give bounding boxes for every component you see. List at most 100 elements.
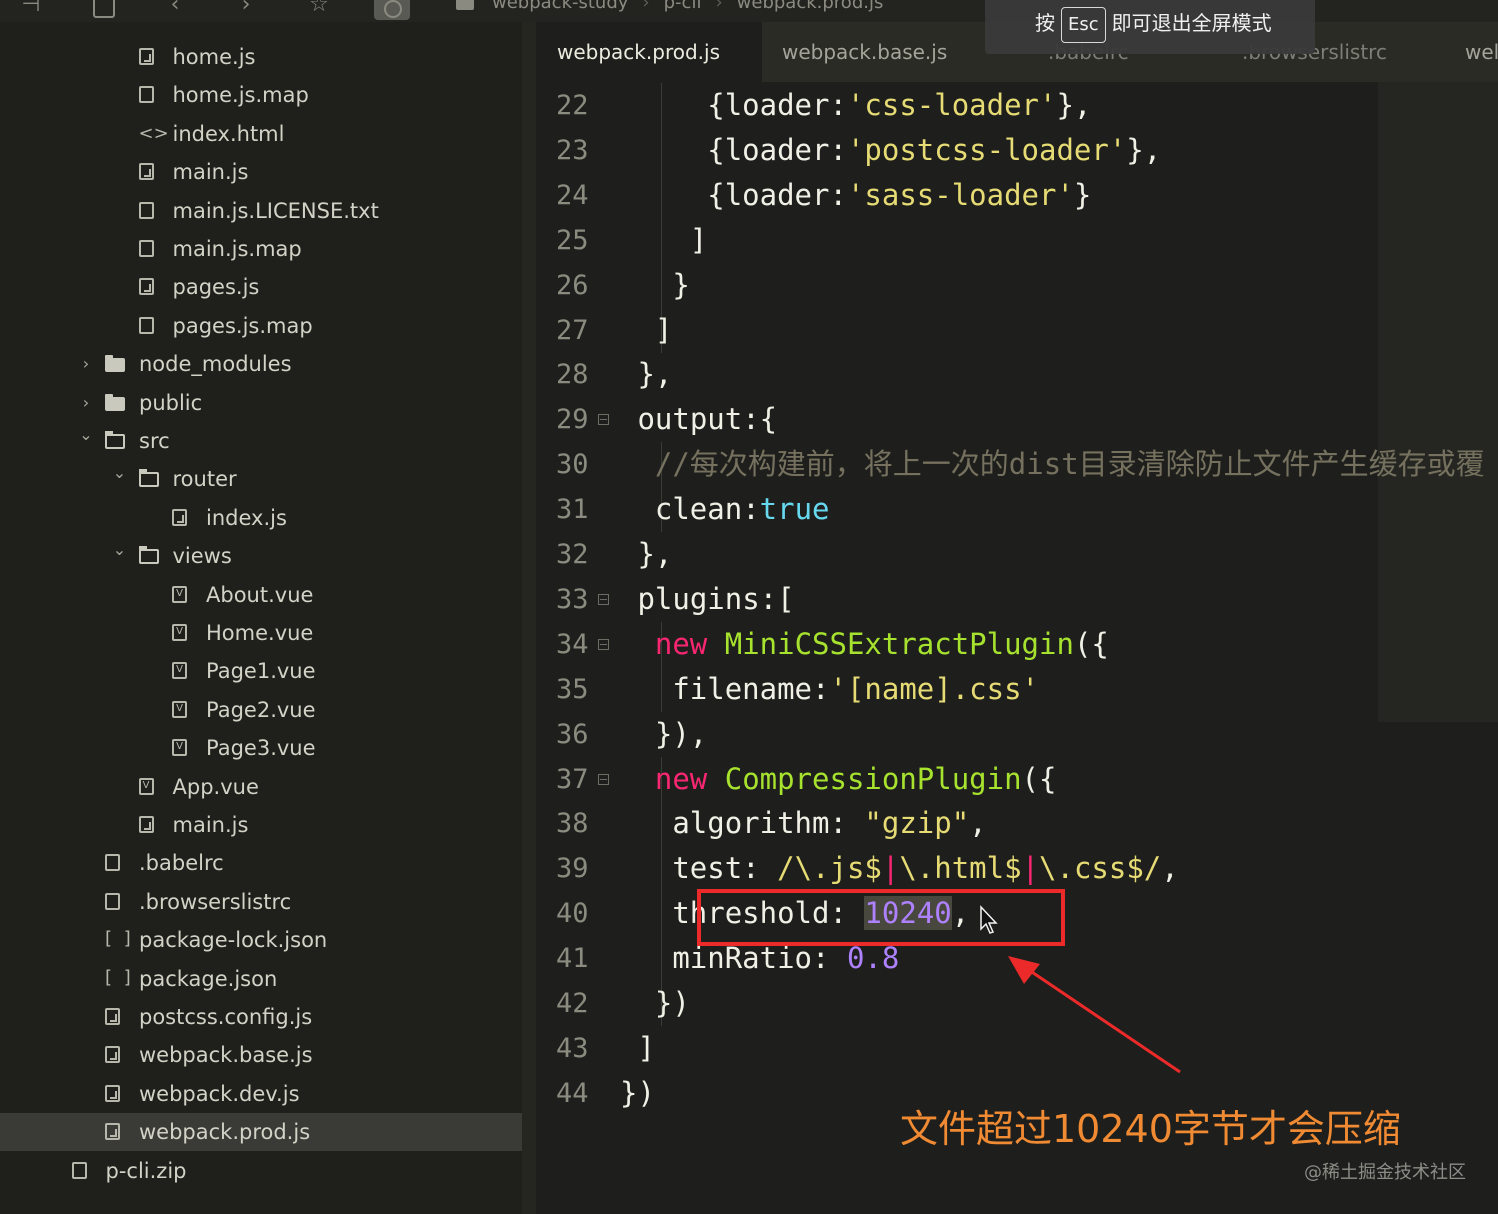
tree-item[interactable]: V Home.vue bbox=[0, 614, 522, 652]
new-file-icon[interactable]: ⊣ bbox=[18, 0, 44, 18]
run-preview-icon[interactable] bbox=[374, 0, 410, 20]
code-line[interactable]: 33 plugins:[ bbox=[536, 577, 1498, 622]
tree-item[interactable]: pages.js.map bbox=[0, 307, 522, 345]
indent-guide bbox=[660, 801, 662, 847]
tree-item[interactable]: home.js bbox=[0, 38, 522, 76]
code-text: new CompressionPlugin({ bbox=[655, 757, 1057, 802]
html-file-icon: <> bbox=[138, 122, 169, 144]
tree-item[interactable]: postcss.config.js bbox=[0, 998, 522, 1036]
code-token: 'sass-loader' bbox=[846, 177, 1074, 212]
code-line[interactable]: 25] bbox=[536, 217, 1498, 263]
breadcrumb-folder[interactable]: p-cli bbox=[664, 0, 702, 13]
tree-item-label: Page2.vue bbox=[206, 697, 316, 722]
tree-item[interactable]: ⌄ router bbox=[0, 460, 522, 498]
code-token: {loader: bbox=[707, 177, 847, 212]
code-line[interactable]: 38 algorithm: "gzip", bbox=[536, 801, 1498, 847]
tree-item[interactable]: index.js bbox=[0, 499, 522, 537]
sidebar-scrollbar[interactable] bbox=[522, 22, 536, 1214]
tree-item[interactable]: p-cli.zip bbox=[0, 1152, 522, 1190]
code-line[interactable]: 31 clean:true bbox=[536, 487, 1498, 533]
code-line[interactable]: 37 new CompressionPlugin({ bbox=[536, 756, 1498, 802]
vue-file-icon: V bbox=[172, 700, 187, 718]
tree-item[interactable]: webpack.prod.js bbox=[0, 1113, 522, 1152]
code-text: {loader:'sass-loader'} bbox=[707, 173, 1091, 218]
tree-item-label: index.js bbox=[206, 505, 287, 530]
tab-webpack-prod[interactable]: webpack.prod.js bbox=[536, 22, 762, 82]
tree-item[interactable]: main.js.LICENSE.txt bbox=[0, 192, 522, 230]
star-icon[interactable]: ☆ bbox=[306, 0, 332, 18]
esc-key-badge: Esc bbox=[1061, 7, 1106, 43]
line-number: 38 bbox=[556, 808, 589, 840]
back-arrow-icon[interactable]: ‹ bbox=[162, 0, 188, 18]
code-line[interactable]: 36}), bbox=[536, 712, 1498, 757]
code-line[interactable]: 39 test: /\.js$|\.html$|\.css$/, bbox=[536, 846, 1498, 892]
tree-item[interactable]: ⌄ views bbox=[0, 537, 522, 575]
code-line[interactable]: 28}, bbox=[536, 352, 1498, 397]
fold-toggle-icon[interactable] bbox=[598, 773, 609, 785]
tree-item[interactable]: home.js.map bbox=[0, 76, 522, 114]
code-line[interactable]: 34 new MiniCSSExtractPlugin({ bbox=[536, 621, 1498, 667]
tree-item[interactable]: [ ] package-lock.json bbox=[0, 921, 522, 959]
fold-toggle-icon[interactable] bbox=[598, 414, 609, 426]
json-file-icon: [ ] bbox=[105, 966, 134, 988]
chevron-down-icon[interactable]: ⌄ bbox=[79, 416, 93, 454]
code-line[interactable]: 26} bbox=[536, 262, 1498, 308]
tree-item[interactable]: › node_modules bbox=[0, 345, 522, 383]
line-number: 28 bbox=[556, 359, 589, 391]
js-file-icon bbox=[105, 1008, 120, 1025]
code-line[interactable]: 35 filename:'[name].css' bbox=[536, 666, 1498, 712]
code-text: ] bbox=[690, 218, 707, 263]
code-token: ] bbox=[637, 1030, 655, 1065]
fold-toggle-icon[interactable] bbox=[598, 638, 609, 650]
code-token: | bbox=[881, 851, 900, 886]
breadcrumb: webpack-study › p-cli › webpack.prod.js bbox=[456, 0, 883, 13]
code-line[interactable]: 32}, bbox=[536, 532, 1498, 577]
js-file-icon bbox=[105, 1084, 120, 1102]
code-text: clean:true bbox=[655, 487, 830, 532]
code-line[interactable]: 29 output:{ bbox=[536, 397, 1498, 442]
line-number: 40 bbox=[556, 898, 589, 930]
code-token: 0.8 bbox=[846, 941, 900, 976]
code-line[interactable]: 27] bbox=[536, 307, 1498, 353]
tab-webpack-base[interactable]: webpack.base.js bbox=[782, 22, 947, 82]
chevron-down-icon[interactable]: ⌄ bbox=[113, 454, 127, 492]
tree-item[interactable]: main.js bbox=[0, 806, 522, 844]
tree-item[interactable]: V Page1.vue bbox=[0, 652, 522, 690]
tree-item-label: main.js.map bbox=[172, 237, 302, 261]
chevron-down-icon[interactable]: ⌄ bbox=[113, 531, 127, 569]
tree-item[interactable]: <> index.html bbox=[0, 115, 522, 153]
code-token: }, bbox=[1056, 88, 1092, 122]
tree-item[interactable]: V Page2.vue bbox=[0, 691, 522, 729]
code-text: ] bbox=[655, 308, 672, 353]
code-token: true bbox=[759, 492, 830, 527]
save-icon[interactable] bbox=[93, 0, 115, 18]
mouse-cursor-icon bbox=[980, 905, 998, 934]
code-line[interactable]: 24 {loader:'sass-loader'} bbox=[536, 172, 1498, 218]
forward-arrow-icon[interactable]: › bbox=[233, 0, 259, 18]
code-line[interactable]: 23 {loader:'postcss-loader'}, bbox=[536, 127, 1498, 173]
tree-item[interactable]: V App.vue bbox=[0, 768, 522, 806]
tree-item[interactable]: [ ] package.json bbox=[0, 960, 522, 998]
breadcrumb-project[interactable]: webpack-study bbox=[492, 0, 628, 13]
tree-item[interactable]: main.js bbox=[0, 153, 522, 191]
code-line[interactable]: 22 {loader:'css-loader'}, bbox=[536, 83, 1498, 128]
tree-item[interactable]: webpack.base.js bbox=[0, 1036, 522, 1074]
line-number: 34 bbox=[556, 628, 589, 660]
code-token: }) bbox=[620, 1075, 655, 1110]
tree-item[interactable]: .browserslistrc bbox=[0, 883, 522, 921]
line-number: 29 bbox=[556, 404, 589, 436]
tab-overflow[interactable]: wel bbox=[1465, 22, 1498, 82]
tree-item[interactable]: V Page3.vue bbox=[0, 729, 522, 767]
tree-item[interactable]: V About.vue bbox=[0, 576, 522, 614]
code-token: MiniCSSExtractPlugin bbox=[724, 626, 1074, 661]
tree-item[interactable]: webpack.dev.js bbox=[0, 1075, 522, 1113]
fold-toggle-icon[interactable] bbox=[598, 593, 609, 605]
chevron-right-icon[interactable]: › bbox=[79, 345, 93, 383]
breadcrumb-file[interactable]: webpack.prod.js bbox=[737, 0, 884, 13]
tree-item[interactable]: ⌄ src bbox=[0, 422, 522, 460]
code-line[interactable]: 30 //每次构建前，将上一次的dist目录清除防止文件产生缓存或覆 bbox=[536, 442, 1498, 488]
tree-item[interactable]: main.js.map bbox=[0, 230, 522, 268]
breadcrumb-separator: › bbox=[642, 0, 650, 13]
tree-item[interactable]: .babelrc bbox=[0, 844, 522, 882]
tree-item[interactable]: pages.js bbox=[0, 268, 522, 306]
